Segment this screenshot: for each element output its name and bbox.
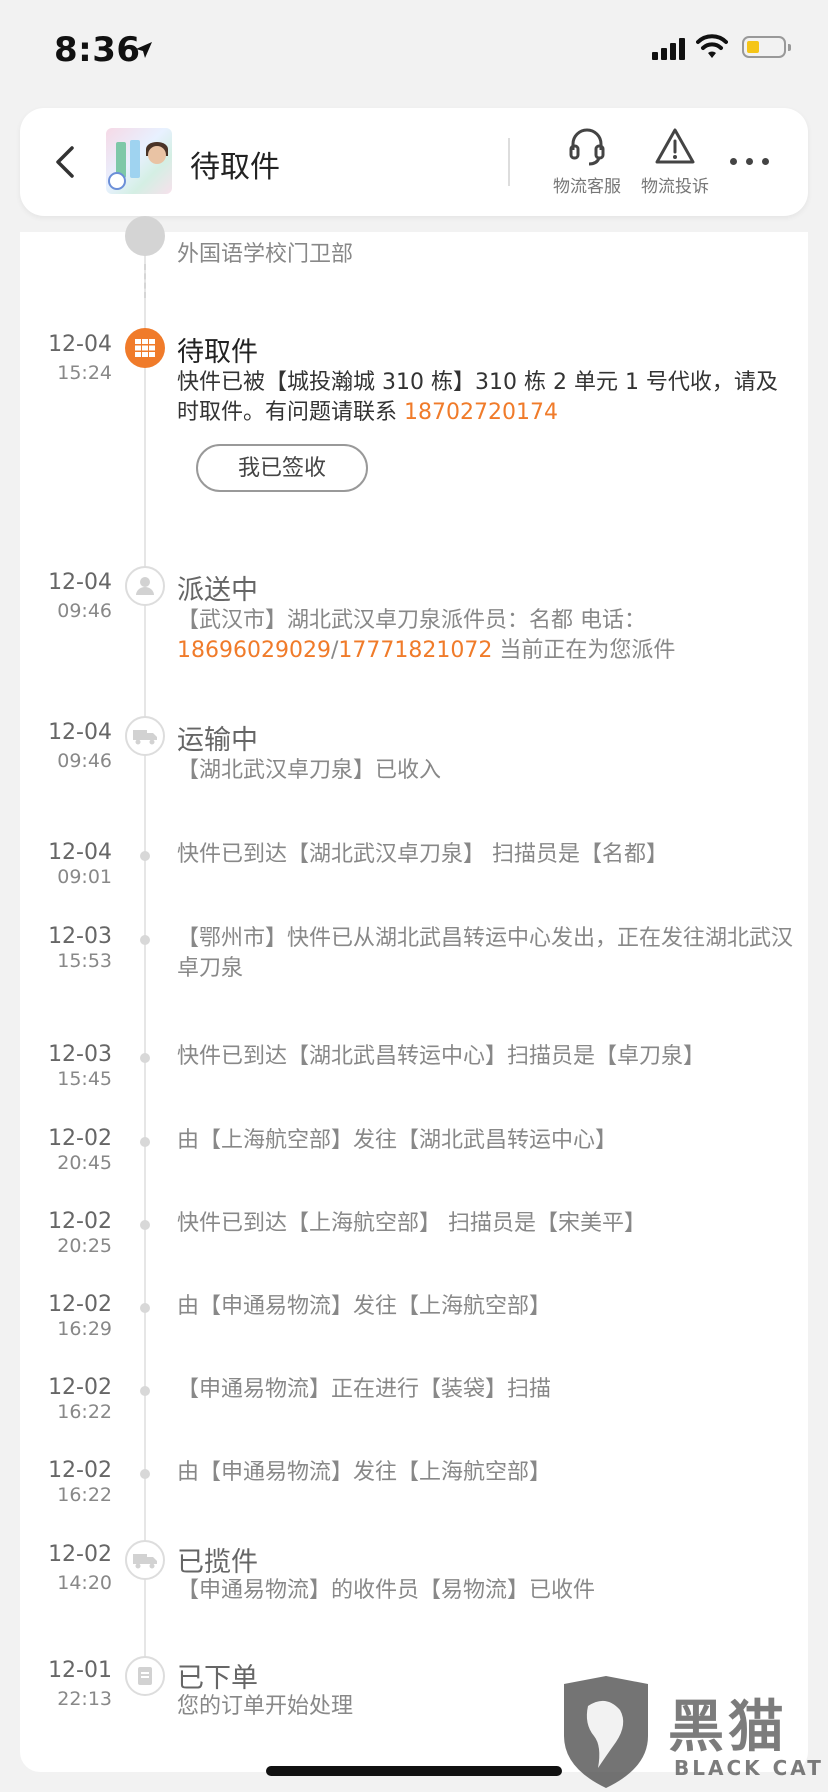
- event-desc: 外国语学校门卫部: [177, 242, 354, 267]
- logistics-complaint-label: 物流投诉: [641, 177, 709, 197]
- event-desc-text: 【武汉市】湖北武汉卓刀泉派件员：名都 电话：: [177, 608, 646, 633]
- event-status: 已下单: [177, 1663, 258, 1694]
- event-date: 12-02: [48, 1292, 112, 1317]
- more-options-icon[interactable]: [726, 148, 776, 176]
- event-date: 12-04: [48, 332, 112, 357]
- event-desc: 快件已被【城投瀚城 310 栋】310 栋 2 单元 1 号代收，请及时取件。有…: [177, 368, 793, 428]
- event-time: 09:46: [57, 750, 112, 772]
- timeline-dot: [140, 1220, 150, 1230]
- pickup-locker-node-icon: [125, 328, 165, 368]
- event-desc: 由【上海航空部】发往【湖北武昌转运中心】: [177, 1128, 618, 1153]
- event-date: 12-04: [48, 570, 112, 595]
- wifi-icon: [696, 34, 728, 58]
- cellular-signal-icon: [652, 38, 686, 60]
- warning-triangle-icon: [655, 128, 695, 164]
- header-bar: 待取件 物流客服 物流投诉: [20, 108, 808, 216]
- blackcat-watermark: 黑猫 BLACK CAT: [558, 1676, 828, 1792]
- event-date: 12-04: [48, 840, 112, 865]
- event-status: 已揽件: [177, 1547, 258, 1578]
- watermark-title: 黑猫: [668, 1695, 788, 1760]
- event-time: 15:45: [57, 1068, 112, 1090]
- event-status: 待取件: [177, 337, 258, 368]
- timeline-dash: [144, 264, 146, 298]
- event-time: 20:45: [57, 1152, 112, 1174]
- logistics-complaint-button[interactable]: 物流投诉: [630, 124, 720, 204]
- event-date: 12-02: [48, 1542, 112, 1567]
- status-bar: 8:36: [0, 0, 828, 100]
- event-desc: 由【申通易物流】发往【上海航空部】: [177, 1294, 552, 1319]
- timeline-dot: [140, 1303, 150, 1313]
- signed-confirm-button[interactable]: 我已签收: [196, 444, 368, 492]
- event-time: 09:01: [57, 866, 112, 888]
- event-date: 12-03: [48, 1042, 112, 1067]
- blackcat-logo-icon: [564, 1676, 648, 1788]
- courier-phone-link-1[interactable]: 18696029029: [177, 638, 331, 663]
- received-node-icon: [125, 216, 165, 256]
- battery-icon: [742, 36, 791, 58]
- timeline-dot: [140, 1137, 150, 1147]
- order-document-node-icon: [125, 1656, 165, 1696]
- event-desc: 由【申通易物流】发往【上海航空部】: [177, 1460, 552, 1485]
- page-title: 待取件: [190, 150, 280, 185]
- event-desc: 【武汉市】湖北武汉卓刀泉派件员：名都 电话： 18696029029/177718…: [177, 606, 793, 666]
- status-time: 8:36: [54, 30, 141, 70]
- contact-phone-link[interactable]: 18702720174: [404, 400, 558, 425]
- event-time: 16:22: [57, 1484, 112, 1506]
- timeline-dot: [140, 1053, 150, 1063]
- event-desc: 【鄂州市】快件已从湖北武昌转运中心发出，正在发往湖北武汉卓刀泉: [177, 926, 794, 981]
- timeline-dot: [140, 935, 150, 945]
- timeline-dot: [140, 1469, 150, 1479]
- event-time: 15:24: [57, 362, 112, 384]
- event-desc: 快件已到达【湖北武汉卓刀泉】 扫描员是【名都】: [177, 842, 668, 867]
- event-date: 12-01: [48, 1658, 112, 1683]
- event-date: 12-02: [48, 1126, 112, 1151]
- event-time: 15:53: [57, 950, 112, 972]
- headset-icon: [569, 128, 605, 166]
- watermark-subtitle: BLACK CAT: [674, 1756, 824, 1780]
- event-time: 22:13: [57, 1688, 112, 1710]
- home-indicator[interactable]: [266, 1766, 562, 1776]
- event-date: 12-02: [48, 1375, 112, 1400]
- event-time: 16:22: [57, 1401, 112, 1423]
- event-time: 14:20: [57, 1572, 112, 1594]
- event-desc: 【湖北武汉卓刀泉】已收入: [177, 758, 442, 783]
- truck-node-icon: [125, 716, 165, 756]
- courier-phone-link-2[interactable]: 17771821072: [338, 638, 492, 663]
- header-divider: [508, 138, 510, 186]
- back-arrow-icon[interactable]: [44, 140, 88, 184]
- event-desc: 【申通易物流】正在进行【装袋】扫描: [177, 1377, 552, 1402]
- courier-person-node-icon: [125, 566, 165, 606]
- event-time: 20:25: [57, 1235, 112, 1257]
- event-date: 12-02: [48, 1458, 112, 1483]
- logistics-service-label: 物流客服: [553, 177, 621, 197]
- event-time: 16:29: [57, 1318, 112, 1340]
- timeline-line: [144, 232, 146, 1672]
- pickup-truck-node-icon: [125, 1540, 165, 1580]
- event-status: 派送中: [177, 575, 258, 606]
- timeline-dot: [140, 1386, 150, 1396]
- event-desc: 【申通易物流】的收件员【易物流】已收件: [177, 1578, 596, 1603]
- location-arrow-icon: [136, 42, 152, 58]
- event-date: 12-03: [48, 924, 112, 949]
- timeline-dot: [140, 851, 150, 861]
- event-date: 12-04: [48, 720, 112, 745]
- event-date: 12-02: [48, 1209, 112, 1234]
- logistics-service-button[interactable]: 物流客服: [542, 124, 632, 204]
- event-status: 运输中: [177, 725, 258, 756]
- tracking-timeline: 外国语学校门卫部 12-04 15:24 待取件 快件已被【城投瀚城 310 栋…: [20, 216, 808, 1772]
- event-desc: 快件已到达【湖北武昌转运中心】扫描员是【卓刀泉】: [177, 1044, 706, 1069]
- event-desc-text: 当前正在为您派件: [492, 638, 676, 663]
- event-desc: 快件已到达【上海航空部】 扫描员是【宋美平】: [177, 1211, 646, 1236]
- event-time: 09:46: [57, 600, 112, 622]
- product-thumbnail[interactable]: [106, 128, 172, 194]
